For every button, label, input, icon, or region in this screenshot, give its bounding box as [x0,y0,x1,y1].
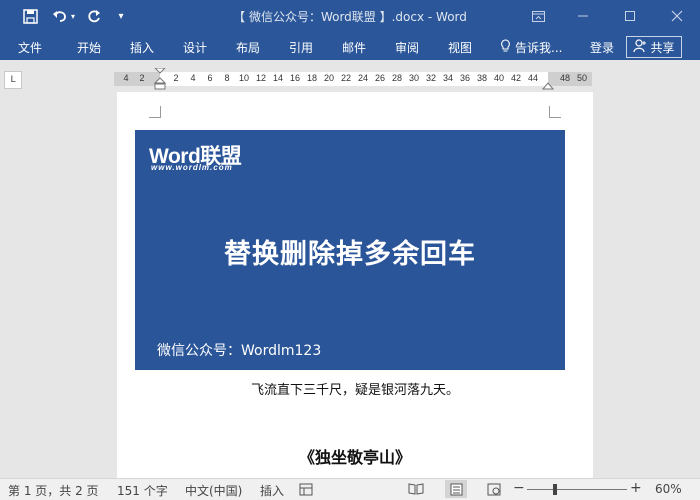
minimize-icon[interactable] [570,4,596,28]
ruler-number: 34 [442,73,454,83]
zoom-out-icon[interactable]: − [513,480,525,496]
ruler-number: 22 [340,73,352,83]
web-layout-icon[interactable] [486,482,502,496]
ruler-number: 24 [357,73,369,83]
macro-record-icon[interactable] [298,482,314,496]
ruler-number: 6 [207,73,213,83]
tab-file[interactable]: 文件 [18,39,42,56]
ruler-number: 48 [559,73,571,83]
lightbulb-icon [500,39,511,56]
banner-title: 替换删除掉多余回车 [224,239,476,270]
poem-title: 《独坐敬亭山》 [298,448,411,467]
share-label: 共享 [650,40,675,55]
login-link[interactable]: 登录 [590,39,614,56]
ruler-number: 10 [238,73,250,83]
ruler-number: 28 [391,73,403,83]
right-indent-marker-icon[interactable] [542,80,554,90]
crop-mark-top-right [549,106,561,118]
banner-image[interactable]: Word联盟 www.wordlm.com 替换删除掉多余回车 微信公众号：Wo… [135,130,565,370]
share-button[interactable]: 共享 [626,36,682,58]
person-add-icon [633,38,647,56]
ruler-number: 20 [323,73,335,83]
read-mode-icon[interactable] [408,482,424,496]
ruler-number: 16 [289,73,301,83]
poem-line: 飞流直下三千尺，疑是银河落九天。 [250,383,459,398]
tab-view[interactable]: 视图 [448,39,472,56]
logo-url: www.wordlm.com [151,163,233,172]
vertical-scrollbar[interactable] [682,92,700,478]
ruler-number: 44 [527,73,539,83]
ribbon-tabs: 文件 开始 插入 设计 布局 引用 邮件 审阅 视图 告诉我... 登录 共享 [0,34,700,60]
tab-selector[interactable]: L [4,71,22,89]
ruler-number: 14 [272,73,284,83]
print-layout-icon[interactable] [445,480,467,498]
ruler-number: 26 [374,73,386,83]
ruler-number: 42 [510,73,522,83]
tab-home[interactable]: 开始 [77,39,101,56]
language-indicator[interactable]: 中文(中国) [185,482,242,499]
tab-design[interactable]: 设计 [183,39,207,56]
tab-references[interactable]: 引用 [289,39,313,56]
banner-footer: 微信公众号：Wordlm123 [157,343,322,359]
ruler-number: 4 [190,73,196,83]
ruler-numbers: 4 2 2 4 6 8 10 12 14 16 18 20 22 24 26 28 30 32 34 36 38 40 42… [114,72,592,86]
ruler-number: 38 [476,73,488,83]
zoom-slider[interactable] [527,489,627,490]
insert-mode[interactable]: 插入 [260,482,284,499]
maximize-icon[interactable] [617,4,643,28]
ribbon-display-options-icon[interactable] [525,4,551,28]
status-bar: 第 1 页，共 2 页 151 个字 中文(中国) 插入 − + 60% [0,478,700,500]
ruler-number: 18 [306,73,318,83]
ruler-number: 2 [173,73,179,83]
tab-layout[interactable]: 布局 [236,39,260,56]
word-count[interactable]: 151 个字 [117,482,168,499]
close-icon[interactable] [664,4,690,28]
tell-me-box[interactable]: 告诉我... [500,39,562,56]
ruler-number: 40 [493,73,505,83]
indent-marker-icon[interactable] [154,68,166,90]
ruler-number: 36 [459,73,471,83]
title-bar: ▾ ▾ 【 微信公众号：Word联盟 】.docx - Word [0,0,700,34]
document-page[interactable]: Word联盟 www.wordlm.com 替换删除掉多余回车 微信公众号：Wo… [117,92,593,478]
tell-me-label: 告诉我... [515,41,563,55]
ruler-number: 8 [224,73,230,83]
crop-mark-top-left [149,106,161,118]
horizontal-ruler[interactable]: 4 2 2 4 6 8 10 12 14 16 18 20 22 24 26 28 30 32 34 36 38 40 42… [114,68,592,90]
page-count[interactable]: 第 1 页，共 2 页 [8,482,99,499]
tab-insert[interactable]: 插入 [130,39,154,56]
ruler-number: 2 [139,73,145,83]
zoom-slider-thumb[interactable] [552,484,557,495]
ruler-number: 30 [408,73,420,83]
ruler-number: 4 [123,73,129,83]
ruler-number: 12 [255,73,267,83]
ruler-area: L 4 2 2 4 6 8 10 12 14 16 18 20 22 24 26 28 30 32 34 36 38 40… [0,60,700,92]
ruler-number: 32 [425,73,437,83]
ruler-number: 50 [576,73,588,83]
zoom-level[interactable]: 60% [655,482,682,496]
tab-review[interactable]: 审阅 [395,39,419,56]
tab-mailings[interactable]: 邮件 [342,39,366,56]
zoom-in-icon[interactable]: + [630,480,642,496]
